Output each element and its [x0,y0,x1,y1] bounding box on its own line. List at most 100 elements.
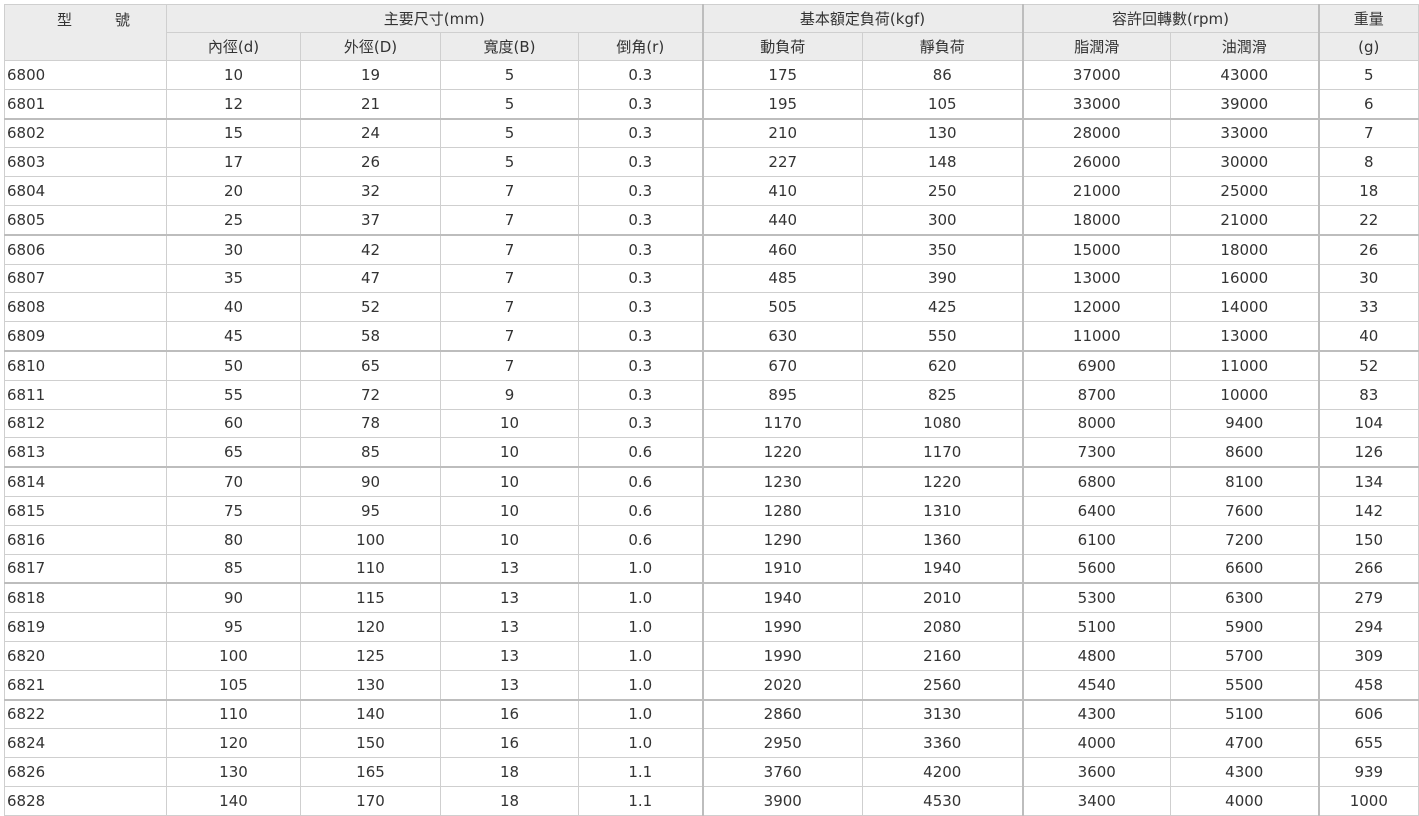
dynamic-load-cell: 2950 [701,728,863,759]
static-load-cell: 3360 [861,728,1024,759]
weight-cell: 142 [1317,495,1419,526]
table-row: 6822 110 140 16 1.0 2860 3130 4300 5100 606 [4,699,1419,730]
weight-cell: 26 [1317,234,1419,265]
outer-diameter-cell: 130 [300,669,441,701]
dynamic-load-cell: 1910 [701,553,863,585]
weight-cell: 458 [1317,669,1419,701]
header-static-load: 靜負荷 [861,32,1024,61]
model-cell: 6821 [4,669,167,701]
table-row: 6821 105 130 13 1.0 2020 2560 4540 5500 458 [4,669,1419,701]
outer-diameter-cell: 110 [300,553,441,585]
header-speed: 容許回轉數(rpm) [1021,4,1320,33]
bearing-spec-table: 型 號 主要尺寸(mm) 基本額定負荷(kgf) 容許回轉數(rpm) 重量 內… [4,4,1419,816]
outer-diameter-cell: 78 [300,408,441,439]
header-dimensions: 主要尺寸(mm) [166,4,703,33]
table-row: 6807 35 47 7 0.3 485 390 13000 16000 30 [4,263,1419,294]
chamfer-cell: 0.3 [578,379,703,410]
model-cell: 6820 [4,640,167,671]
table-row: 6826 130 165 18 1.1 3760 4200 3600 4300 939 [4,757,1419,787]
model-cell: 6804 [4,176,167,206]
model-cell: 6816 [4,524,167,555]
model-cell: 6819 [4,612,167,642]
inner-diameter-cell: 110 [166,699,301,730]
static-load-cell: 105 [861,88,1024,120]
table-row: 6808 40 52 7 0.3 505 425 12000 14000 33 [4,292,1419,323]
weight-cell: 33 [1317,292,1419,323]
weight-cell: 939 [1317,757,1419,787]
table-row: 6817 85 110 13 1.0 1910 1940 5600 6600 266 [4,553,1419,585]
width-cell: 13 [440,669,579,701]
model-cell: 6826 [4,757,167,787]
outer-diameter-cell: 120 [300,612,441,642]
width-cell: 7 [440,292,579,323]
static-load-cell: 1360 [861,524,1024,555]
weight-cell: 126 [1317,437,1419,469]
width-cell: 7 [440,204,579,236]
inner-diameter-cell: 65 [166,437,301,469]
weight-cell: 40 [1317,321,1419,352]
dynamic-load-cell: 1990 [701,612,863,642]
static-load-cell: 825 [861,379,1024,410]
inner-diameter-cell: 90 [166,582,301,614]
inner-diameter-cell: 120 [166,728,301,759]
dynamic-load-cell: 460 [701,234,863,265]
table-row: 6810 50 65 7 0.3 670 620 6900 11000 52 [4,350,1419,381]
table-row: 6818 90 115 13 1.0 1940 2010 5300 6300 279 [4,582,1419,614]
width-cell: 5 [440,60,579,90]
oil-speed-cell: 5900 [1170,612,1320,642]
table-row: 6824 120 150 16 1.0 2950 3360 4000 4700 655 [4,728,1419,759]
chamfer-cell: 0.6 [578,495,703,526]
chamfer-cell: 1.0 [578,669,703,701]
weight-cell: 52 [1317,350,1419,381]
dynamic-load-cell: 3900 [701,785,863,816]
grease-speed-cell: 26000 [1021,147,1172,178]
static-load-cell: 3130 [861,699,1024,730]
chamfer-cell: 0.3 [578,263,703,294]
grease-speed-cell: 4000 [1021,728,1172,759]
static-load-cell: 4200 [861,757,1024,787]
inner-diameter-cell: 40 [166,292,301,323]
weight-cell: 7 [1317,118,1419,149]
width-cell: 16 [440,699,579,730]
grease-speed-cell: 5600 [1021,553,1172,585]
chamfer-cell: 0.3 [578,204,703,236]
chamfer-cell: 1.0 [578,640,703,671]
dynamic-load-cell: 1280 [701,495,863,526]
model-cell: 6824 [4,728,167,759]
model-cell: 6822 [4,699,167,730]
oil-speed-cell: 25000 [1170,176,1320,206]
grease-speed-cell: 8000 [1021,408,1172,439]
oil-speed-cell: 10000 [1170,379,1320,410]
weight-cell: 6 [1317,88,1419,120]
grease-speed-cell: 6800 [1021,466,1172,497]
static-load-cell: 300 [861,204,1024,236]
chamfer-cell: 1.0 [578,699,703,730]
oil-speed-cell: 11000 [1170,350,1320,381]
inner-diameter-cell: 130 [166,757,301,787]
dynamic-load-cell: 227 [701,147,863,178]
static-load-cell: 1940 [861,553,1024,585]
static-load-cell: 130 [861,118,1024,149]
table-row: 6828 140 170 18 1.1 3900 4530 3400 4000 1000 [4,785,1419,816]
width-cell: 13 [440,640,579,671]
grease-speed-cell: 6400 [1021,495,1172,526]
chamfer-cell: 0.6 [578,437,703,469]
grease-speed-cell: 3600 [1021,757,1172,787]
dynamic-load-cell: 1940 [701,582,863,614]
static-load-cell: 550 [861,321,1024,352]
table-row: 6814 70 90 10 0.6 1230 1220 6800 8100 134 [4,466,1419,497]
model-cell: 6811 [4,379,167,410]
model-cell: 6813 [4,437,167,469]
weight-cell: 266 [1317,553,1419,585]
static-load-cell: 148 [861,147,1024,178]
inner-diameter-cell: 85 [166,553,301,585]
chamfer-cell: 0.3 [578,234,703,265]
outer-diameter-cell: 65 [300,350,441,381]
width-cell: 10 [440,524,579,555]
model-cell: 6801 [4,88,167,120]
chamfer-cell: 0.3 [578,60,703,90]
oil-speed-cell: 16000 [1170,263,1320,294]
static-load-cell: 2560 [861,669,1024,701]
table-row: 6820 100 125 13 1.0 1990 2160 4800 5700 309 [4,640,1419,671]
dynamic-load-cell: 3760 [701,757,863,787]
